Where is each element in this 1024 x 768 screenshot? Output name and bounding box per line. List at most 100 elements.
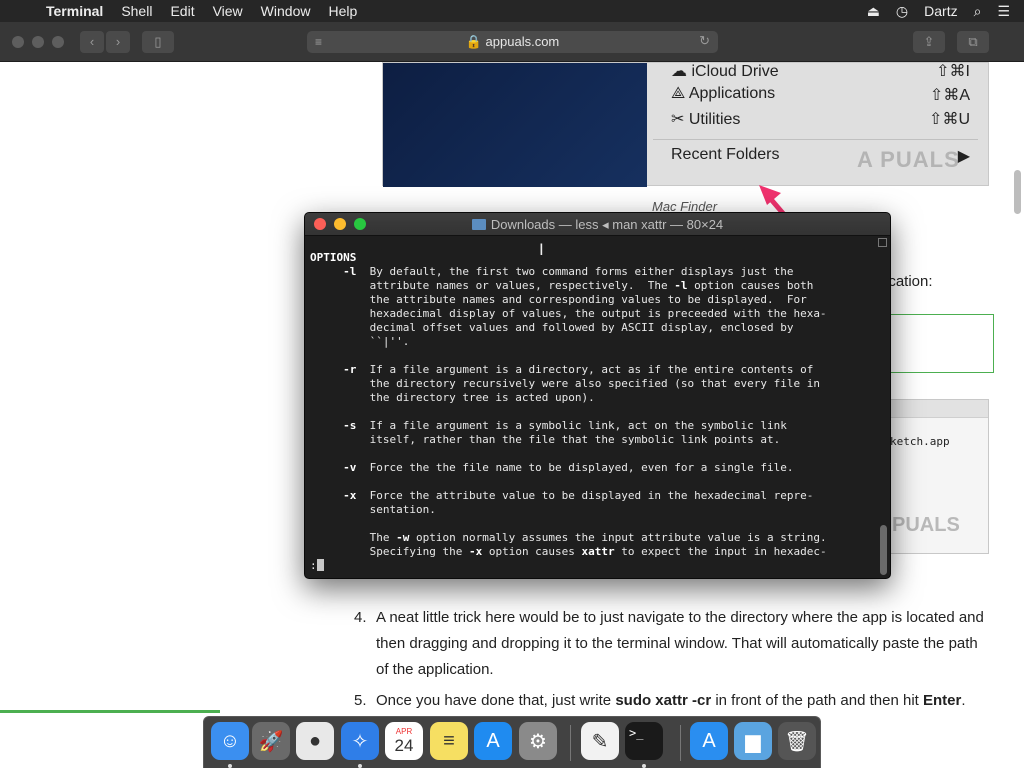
step-item: 4. A neat little trick here would be to j… [354,605,994,683]
man-line: attribute names or values, respectively.… [310,279,814,292]
step-text: in front of the path and then hit [711,692,923,709]
finder-dark-area [383,63,647,187]
dock-app-store-downloads-icon[interactable]: A [690,722,728,760]
finder-screenshot: ☁ iCloud Drive ⇧⌘I ⟁ Applications ⇧⌘A ✂ … [382,62,989,187]
dock-textedit-icon[interactable]: ✎ [581,722,619,760]
step-text: . [961,692,966,709]
terminal-titlebar[interactable]: Downloads — less ◂ man xattr — 80×24 [305,213,890,236]
man-line: -x Force the attribute value to be displ… [343,489,814,502]
step-command: sudo xattr -cr [615,692,712,709]
menu-app-terminal[interactable]: Terminal [42,3,112,19]
sidebar-toggle-button[interactable]: ▯ [142,31,174,53]
options-heading: OPTIONS [310,251,357,264]
back-button[interactable]: ‹ [80,31,104,53]
man-line: hexadecimal display of values, the outpu… [310,307,827,320]
dock-chrome-icon[interactable]: ● [296,722,334,760]
dock-notes-icon[interactable]: ≡ [430,722,468,760]
terminal-scroll-button[interactable] [878,238,887,247]
instruction-steps: 4. A neat little trick here would be to j… [354,605,994,716]
menubar-extras: ⏏ ◷ Dartz ⌕ ☰ [867,3,1024,20]
clock-icon[interactable]: ◷ [896,3,908,20]
calendar-month: APR [395,726,413,736]
calendar-day: 24 [394,735,414,755]
image-titlebar [886,400,988,418]
finder-item-icloud: ☁ iCloud Drive [671,63,779,80]
man-line: -l By default, the first two command for… [343,265,794,278]
man-line: the directory tree is acted upon). [310,391,595,404]
ibeam-cursor-icon: I [539,240,544,259]
prompt-char: : [310,559,317,572]
address-url: 🔒 appuals.com [465,34,560,49]
running-indicator [358,764,362,768]
menubar: Terminal Shell Edit View Window Help ⏏ ◷… [0,0,1024,22]
menu-help[interactable]: Help [319,3,366,19]
window-zoom-button[interactable] [52,36,64,48]
step-number: 5. [354,692,367,709]
step-item: 5. Once you have done that, just write su… [354,688,994,714]
dock-system-preferences-icon[interactable]: ⚙ [519,722,557,760]
page-scrollbar[interactable] [1014,170,1021,214]
share-button[interactable]: ⇪ [913,31,945,53]
url-text: appuals.com [485,34,560,49]
shortcut-label: ⇧⌘A [929,87,970,104]
page-load-progress [0,710,220,713]
step-number: 4. [354,609,367,626]
dock-separator [570,725,571,761]
address-bar[interactable]: ≡ 🔒 appuals.com ↻ [307,31,718,53]
tabs-overview-button[interactable]: ⧉ [957,31,989,53]
dock-launchpad-icon[interactable]: 🚀 [252,722,290,760]
safari-toolbar: ‹ › ▯ ≡ 🔒 appuals.com ↻ ⇪ ⧉ [0,22,1024,62]
menu-edit[interactable]: Edit [161,3,203,19]
man-line: -r If a file argument is a directory, ac… [343,363,814,376]
terminal-window[interactable]: Downloads — less ◂ man xattr — 80×24 OPT… [304,212,891,579]
dock-app-store-icon[interactable]: A [474,722,512,760]
terminal-prompt[interactable]: : [310,559,324,572]
step-text: A neat little trick here would be to jus… [376,609,984,678]
forward-button[interactable]: › [106,31,130,53]
shortcut-label: ⇧⌘U [929,111,970,128]
appuals-watermark: PUALS [892,514,960,536]
dock-safari-icon[interactable]: ✧ [341,722,379,760]
menu-separator [653,139,978,140]
window-close-button[interactable] [12,36,24,48]
man-line: the attribute names and corresponding va… [310,293,807,306]
reload-icon[interactable]: ↻ [699,33,710,49]
step-key: Enter [923,692,962,709]
menu-shell[interactable]: Shell [112,3,161,19]
man-line: sentation. [310,503,436,516]
window-minimize-button[interactable] [32,36,44,48]
dock-calendar-icon[interactable]: APR 24 [385,722,423,760]
terminal-scrollbar[interactable] [880,525,887,575]
partial-paragraph-text: ication: [885,273,933,290]
code-box [885,314,994,373]
man-line: -s If a file argument is a symbolic link… [343,419,787,432]
dock-downloads-folder-icon[interactable]: ▆ [734,722,772,760]
text-cursor [316,559,324,571]
running-indicator [642,764,646,768]
menu-view[interactable]: View [204,3,252,19]
notification-center-icon[interactable]: ☰ [997,3,1010,20]
terminal-output[interactable]: OPTIONS -l By default, the first two com… [310,251,872,559]
eject-icon[interactable]: ⏏ [867,3,880,20]
menu-window[interactable]: Window [252,3,320,19]
dock-terminal-icon[interactable]: >_ [625,722,663,760]
dock-separator [680,725,681,761]
dock: ☺ 🚀 ● ✧ APR 24 ≡ A ⚙ ✎ >_ A ▆ 🗑 [203,716,821,768]
finder-item-utilities: ✂ Utilities [671,111,741,128]
man-line: itself, rather than the file that the sy… [310,433,781,446]
step-text: Once you have done that, just write [376,692,616,709]
user-menu[interactable]: Dartz [924,3,957,19]
dock-trash-icon[interactable]: 🗑 [778,722,816,760]
spotlight-search-icon[interactable]: ⌕ [974,3,982,20]
folder-icon [471,219,486,230]
man-line: ``|''. [310,335,410,348]
finder-item-recent-folders: Recent Folders [671,146,780,163]
dock-finder-icon[interactable]: ☺ [211,722,249,760]
man-line: the directory recursively were also spec… [310,377,820,390]
terminal-title: Downloads — less ◂ man xattr — 80×24 [305,217,890,233]
man-line: Specifying the -x option causes xattr to… [310,545,827,558]
man-line: decimal offset values and followed by AS… [310,321,794,334]
finder-item-applications: ⟁ Applications [671,85,776,102]
submenu-arrow: ▶ [957,148,970,165]
appuals-watermark: A PUALS [857,147,960,172]
